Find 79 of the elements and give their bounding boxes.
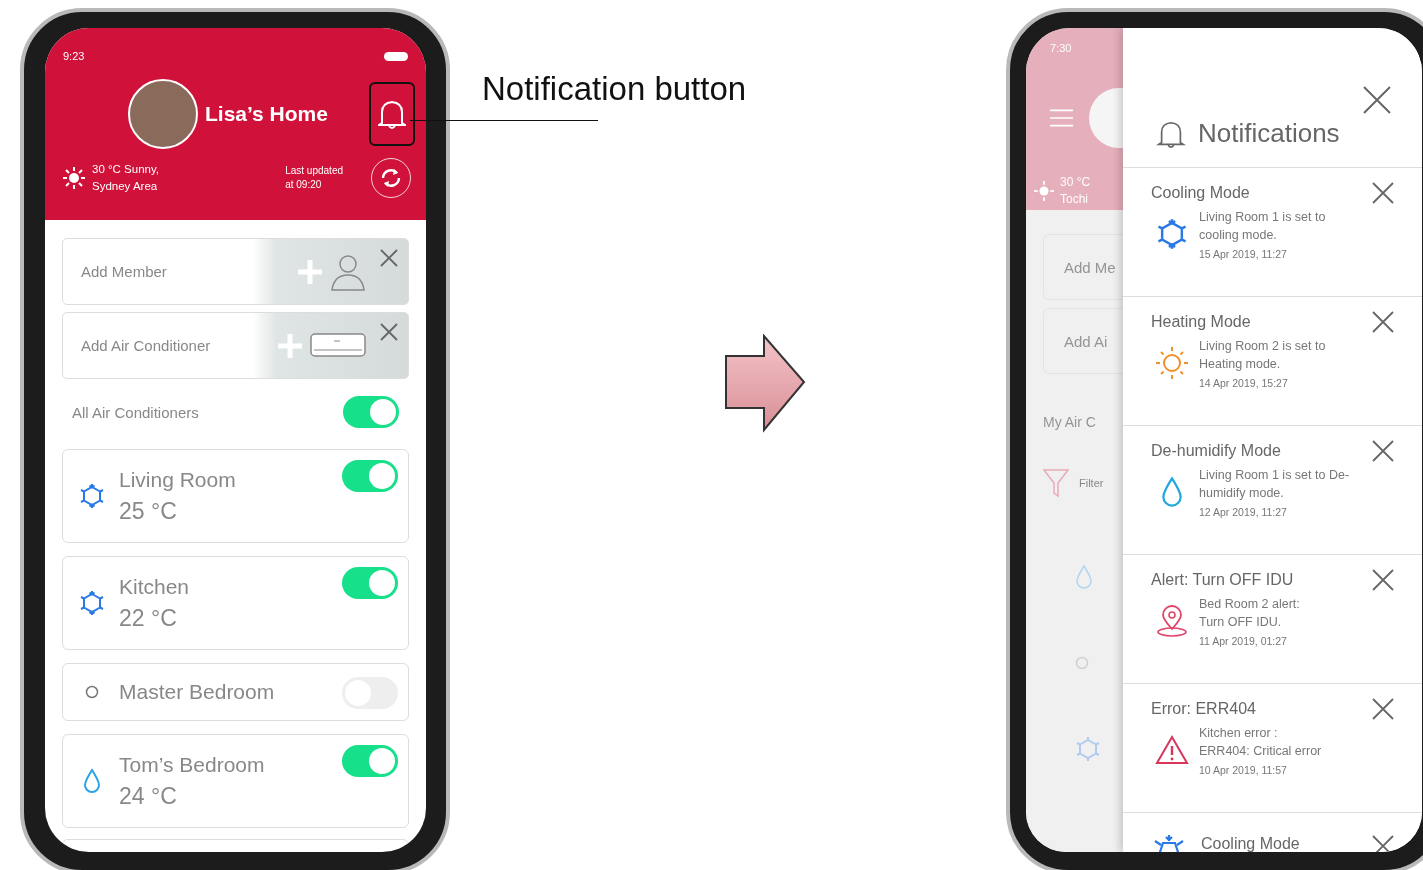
person-icon — [330, 252, 366, 291]
room-card[interactable]: Living Room 25 °C — [62, 449, 409, 543]
notification-item[interactable]: Cooling Mode Living Room 1 is set to cooling mode. 15 Apr 2019, 11:27 — [1123, 168, 1422, 297]
room-name: Kitchen — [119, 574, 191, 599]
notification-item[interactable]: Alert: Turn OFF IDU Bed Room 2 alert: Turn OFF IDU. 11 Apr 2019, 01:27 — [1123, 555, 1422, 684]
water-drop-icon — [1160, 476, 1184, 508]
notification-time: 12 Apr 2019, 11:27 — [1199, 506, 1288, 518]
room-card[interactable]: Tom’s Bedroom 24 °C — [62, 734, 409, 828]
status-time: 9:23 — [63, 50, 85, 62]
close-icon[interactable] — [380, 323, 398, 341]
room-temperature: 25 °C — [119, 497, 178, 525]
battery-icon — [384, 51, 408, 61]
close-icon[interactable] — [1372, 569, 1394, 591]
room-temperature: 24 °C — [119, 782, 178, 810]
sun-icon — [1155, 346, 1189, 380]
notification-title: Cooling Mode — [1201, 835, 1301, 852]
drawer-title: Notifications — [1198, 118, 1340, 149]
notification-time: 15 Apr 2019, 11:27 — [1199, 248, 1288, 260]
filter-label: Filter — [1079, 477, 1104, 489]
notification-title: Error: ERR404 — [1151, 700, 1256, 718]
notification-message: Bed Room 2 alert: Turn OFF IDU. — [1199, 596, 1300, 631]
filter-icon — [1043, 468, 1069, 498]
notification-title: De-humidify Mode — [1151, 442, 1281, 460]
notification-item[interactable]: De-humidify Mode Living Room 1 is set to De- humidify mode. 12 Apr 2019, 11:27 — [1123, 426, 1422, 555]
annotation-label: Notification button — [482, 70, 747, 108]
air-conditioner-icon — [310, 332, 366, 359]
room-card[interactable]: Master Bedroom — [62, 663, 409, 721]
close-icon[interactable] — [1363, 86, 1391, 114]
water-drop-icon — [83, 768, 101, 794]
close-icon[interactable] — [1372, 182, 1394, 204]
right-arrow-icon — [724, 334, 806, 434]
room-name: Master Bedroom — [119, 680, 276, 704]
section-label: My Air C — [1043, 414, 1097, 430]
location-pin-icon — [1156, 605, 1188, 637]
close-icon[interactable] — [1372, 835, 1394, 852]
sun-icon — [1034, 181, 1054, 201]
notification-message: Living Room 1 is set to cooling mode. — [1199, 209, 1326, 244]
toggle-switch[interactable] — [342, 745, 398, 777]
notification-time: 10 Apr 2019, 11:57 — [1199, 764, 1288, 776]
sun-icon — [63, 167, 85, 189]
weather-text: 30 °C Sunny, Sydney Area — [92, 162, 161, 194]
home-title: Lisa’s Home — [205, 102, 329, 126]
close-icon[interactable] — [1372, 440, 1394, 462]
circle-icon — [85, 685, 99, 699]
all-air-conditioners-label: All Air Conditioners — [72, 403, 199, 421]
toggle-switch[interactable] — [343, 396, 399, 428]
refresh-icon — [379, 166, 403, 190]
plus-icon — [296, 257, 324, 286]
last-updated-text: Last updated at 09:20 — [285, 164, 343, 192]
notification-message: Living Room 2 is set to Heating mode. — [1199, 338, 1326, 373]
notification-item[interactable]: Error: ERR404 Kitchen error : ERR404: Critical error 10 Apr 2019, 11:57 — [1123, 684, 1422, 813]
notification-time: 11 Apr 2019, 01:27 — [1199, 635, 1288, 647]
water-drop-icon — [1075, 564, 1093, 590]
notification-title: Alert: Turn OFF IDU — [1151, 571, 1294, 589]
notification-message: Living Room 1 is set to De- humidify mode. — [1199, 467, 1350, 502]
bell-icon — [378, 98, 406, 130]
add-card[interactable]: Add Air Conditioner — [62, 312, 409, 379]
add-card[interactable]: Add Member — [62, 238, 409, 305]
warning-icon — [1155, 735, 1189, 765]
weather-text: 30 °C Tochi — [1060, 174, 1091, 208]
room-temperature: 22 °C — [119, 604, 178, 632]
plus-icon — [276, 331, 304, 360]
room-card[interactable]: Kitchen 22 °C — [62, 556, 409, 650]
notification-message: Kitchen error : ERR404: Critical error — [1199, 725, 1322, 760]
status-time: 7:30 — [1050, 42, 1073, 54]
circle-icon — [1075, 656, 1089, 670]
notification-item[interactable]: Heating Mode Living Room 2 is set to Heating mode. 14 Apr 2019, 15:27 — [1123, 297, 1422, 426]
toggle-switch[interactable] — [342, 460, 398, 492]
close-icon[interactable] — [1372, 698, 1394, 720]
room-name: Living Room — [119, 467, 237, 492]
notification-time: 14 Apr 2019, 15:27 — [1199, 377, 1289, 389]
notification-button[interactable] — [369, 82, 415, 146]
close-icon[interactable] — [1372, 311, 1394, 333]
room-name: Tom’s Bedroom — [119, 752, 266, 777]
toggle-switch[interactable] — [342, 567, 398, 599]
close-icon[interactable] — [380, 249, 398, 267]
notification-title: Cooling Mode — [1151, 184, 1250, 202]
notification-title: Heating Mode — [1151, 313, 1251, 331]
notification-item[interactable]: Cooling Mode — [1123, 813, 1422, 852]
